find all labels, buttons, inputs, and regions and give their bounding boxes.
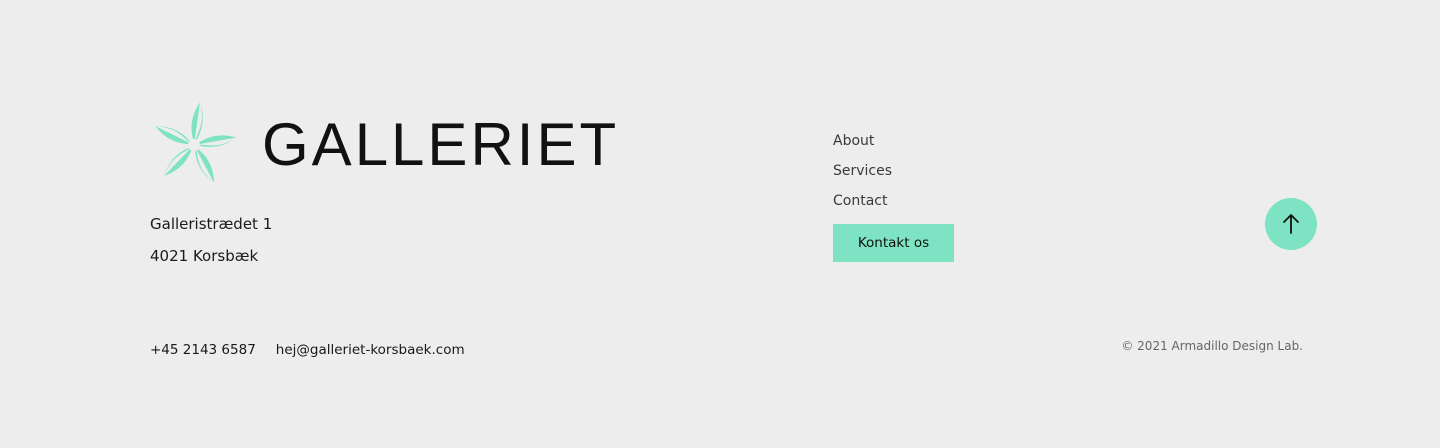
contact-info: +45 2143 6587 hej@galleriet-korsbaek.com (150, 342, 465, 358)
address: Galleristrædet 1 4021 Korsbæk (150, 208, 272, 272)
address-city: 4021 Korsbæk (150, 247, 259, 265)
address-street: Galleristrædet 1 (150, 215, 273, 233)
brand-name: GALLERIET (262, 111, 620, 178)
site-footer: GALLERIET Galleristrædet 1 4021 Korsbæk … (0, 0, 1440, 448)
email-link[interactable]: hej@galleriet-korsbaek.com (276, 342, 465, 358)
nav-link-contact[interactable]: Contact (833, 186, 892, 216)
copyright-text: © 2021 Armadillo Design Lab. (1121, 339, 1303, 353)
brand-logo[interactable]: GALLERIET (150, 102, 619, 188)
nav-link-services[interactable]: Services (833, 156, 892, 186)
flower-icon (155, 102, 237, 183)
phone-link[interactable]: +45 2143 6587 (150, 342, 256, 358)
nav-link-about[interactable]: About (833, 126, 892, 156)
contact-us-button[interactable]: Kontakt os (833, 224, 954, 262)
arrow-up-icon (1283, 214, 1299, 234)
scroll-to-top-button[interactable] (1265, 198, 1317, 250)
footer-nav: About Services Contact (833, 126, 892, 216)
